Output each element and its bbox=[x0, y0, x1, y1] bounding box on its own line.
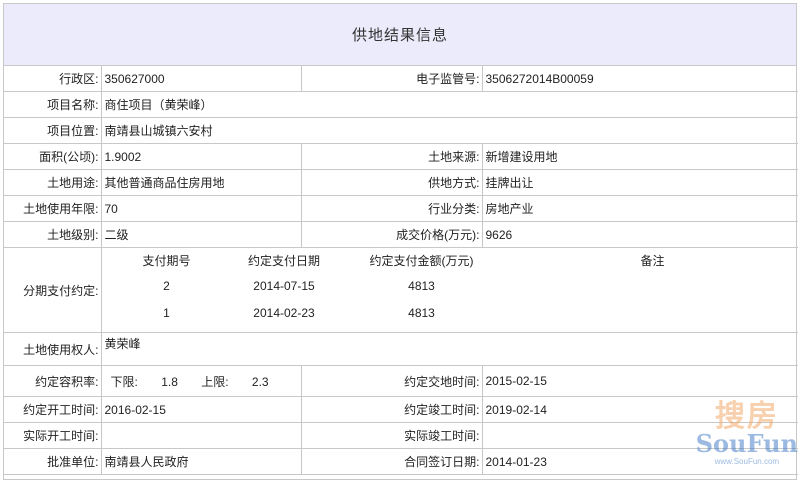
actual-complete-label: 实际竣工时间: bbox=[300, 422, 483, 449]
complete-label: 约定竣工时间: bbox=[300, 396, 483, 423]
owner-value: 黄荣峰 bbox=[100, 332, 798, 366]
owner-label: 土地使用权人: bbox=[4, 332, 102, 366]
payment-header-amount: 约定支付金额(万元) bbox=[369, 253, 474, 268]
payment-note bbox=[507, 272, 799, 299]
industry-value: 房地产业 bbox=[481, 195, 798, 222]
supply-value: 挂牌出让 bbox=[481, 169, 798, 196]
approver-value: 南靖县人民政府 bbox=[100, 448, 302, 475]
area-label: 面积(公顷): bbox=[4, 143, 102, 170]
row-owner: 土地使用权人: 黄荣峰 bbox=[4, 332, 798, 366]
actual-complete-value bbox=[481, 422, 798, 449]
term-value: 70 bbox=[100, 195, 302, 222]
start-value: 2016-02-15 bbox=[100, 396, 302, 423]
term-label: 土地使用年限: bbox=[4, 195, 102, 222]
row-actual: 实际开工时间: 实际竣工时间: bbox=[4, 422, 798, 449]
approver-label: 批准单位: bbox=[4, 448, 102, 475]
table-row: 1 2014-02-23 4813 bbox=[102, 299, 799, 326]
payment-header-row: 支付期号 约定支付日期 约定支付金额(万元) 备注 bbox=[102, 249, 798, 273]
row-location: 项目位置: 南靖县山城镇六安村 bbox=[4, 117, 798, 144]
district-label: 行政区: bbox=[4, 66, 102, 92]
area-value: 1.9002 bbox=[100, 143, 302, 170]
grade-value: 二级 bbox=[100, 221, 302, 248]
row-district: 行政区: 350627000 电子监管号: 3506272014B00059 bbox=[4, 66, 798, 92]
source-value: 新增建设用地 bbox=[481, 143, 798, 170]
installment-label: 分期支付约定: bbox=[4, 247, 102, 333]
payment-header-period: 支付期号 bbox=[142, 253, 191, 268]
supply-label: 供地方式: bbox=[300, 169, 483, 196]
payment-amount: 4813 bbox=[408, 305, 435, 320]
district-value: 350627000 bbox=[100, 66, 302, 92]
price-value: 9626 bbox=[481, 221, 798, 248]
delivery-label: 约定交地时间: bbox=[300, 365, 483, 397]
price-label: 成交价格(万元): bbox=[300, 221, 483, 248]
payment-period: 2 bbox=[163, 278, 170, 293]
payment-note bbox=[507, 299, 799, 326]
row-area: 面积(公顷): 1.9002 土地来源: 新增建设用地 bbox=[4, 143, 798, 170]
payment-schedule-table: 支付期号 约定支付日期 约定支付金额(万元) 备注 2 2014-07-15 4… bbox=[102, 249, 799, 327]
grade-label: 土地级别: bbox=[4, 221, 102, 248]
land-supply-result-panel: 供地结果信息 行政区: 350627000 电子监管号: 3506272014B… bbox=[3, 3, 798, 480]
row-term: 土地使用年限: 70 行业分类: 房地产业 bbox=[4, 195, 798, 222]
payment-amount: 4813 bbox=[408, 278, 435, 293]
actual-start-label: 实际开工时间: bbox=[4, 422, 102, 449]
industry-label: 行业分类: bbox=[300, 195, 483, 222]
contract-label: 合同签订日期: bbox=[300, 448, 483, 475]
contract-value: 2014-01-23 bbox=[481, 448, 798, 475]
row-usage: 土地用途: 其他普通商品住房用地 供地方式: 挂牌出让 bbox=[4, 169, 798, 196]
row-grade: 土地级别: 二级 成交价格(万元): 9626 bbox=[4, 221, 798, 248]
supervision-value: 3506272014B00059 bbox=[481, 66, 798, 92]
table-row: 2 2014-07-15 4813 bbox=[102, 272, 799, 299]
usage-value: 其他普通商品住房用地 bbox=[100, 169, 302, 196]
far-lower-label: 下限: bbox=[110, 374, 138, 389]
far-upper-value: 2.3 bbox=[251, 374, 269, 389]
actual-start-value bbox=[100, 422, 302, 449]
project-name-label: 项目名称: bbox=[4, 91, 102, 118]
location-value: 南靖县山城镇六安村 bbox=[100, 117, 798, 144]
land-info-table: 行政区: 350627000 电子监管号: 3506272014B00059 项… bbox=[4, 66, 798, 475]
payment-header-date: 约定支付日期 bbox=[247, 253, 320, 268]
location-label: 项目位置: bbox=[4, 117, 102, 144]
payment-date: 2014-07-15 bbox=[253, 278, 315, 293]
row-start: 约定开工时间: 2016-02-15 约定竣工时间: 2019-02-14 bbox=[4, 396, 798, 423]
supervision-label: 电子监管号: bbox=[300, 66, 483, 92]
delivery-value: 2015-02-15 bbox=[481, 365, 798, 397]
row-installment: 分期支付约定: 支付期号 约定支付日期 约定支付金额(万元) 备注 2 2014… bbox=[4, 247, 799, 333]
complete-value: 2019-02-14 bbox=[481, 396, 798, 423]
far-label: 约定容积率: bbox=[4, 365, 102, 397]
source-label: 土地来源: bbox=[300, 143, 483, 170]
page-title: 供地结果信息 bbox=[4, 4, 796, 66]
row-project-name: 项目名称: 商住项目（黄荣峰） bbox=[4, 91, 798, 118]
far-value-cell: 下限: 1.8 上限: 2.3 bbox=[100, 365, 302, 397]
payment-date: 2014-02-23 bbox=[253, 305, 315, 320]
row-approver: 批准单位: 南靖县人民政府 合同签订日期: 2014-01-23 bbox=[4, 448, 798, 475]
far-lower-value: 1.8 bbox=[161, 374, 178, 389]
payment-period: 1 bbox=[163, 305, 170, 320]
usage-label: 土地用途: bbox=[4, 169, 102, 196]
far-upper-label: 上限: bbox=[201, 374, 229, 389]
row-far: 约定容积率: 下限: 1.8 上限: 2.3 约定交地时间: 2015-02-1… bbox=[4, 365, 798, 397]
installment-cell: 支付期号 约定支付日期 约定支付金额(万元) 备注 2 2014-07-15 4… bbox=[100, 247, 799, 333]
payment-header-note: 备注 bbox=[640, 253, 665, 268]
project-name-value: 商住项目（黄荣峰） bbox=[100, 91, 798, 118]
start-label: 约定开工时间: bbox=[4, 396, 102, 423]
